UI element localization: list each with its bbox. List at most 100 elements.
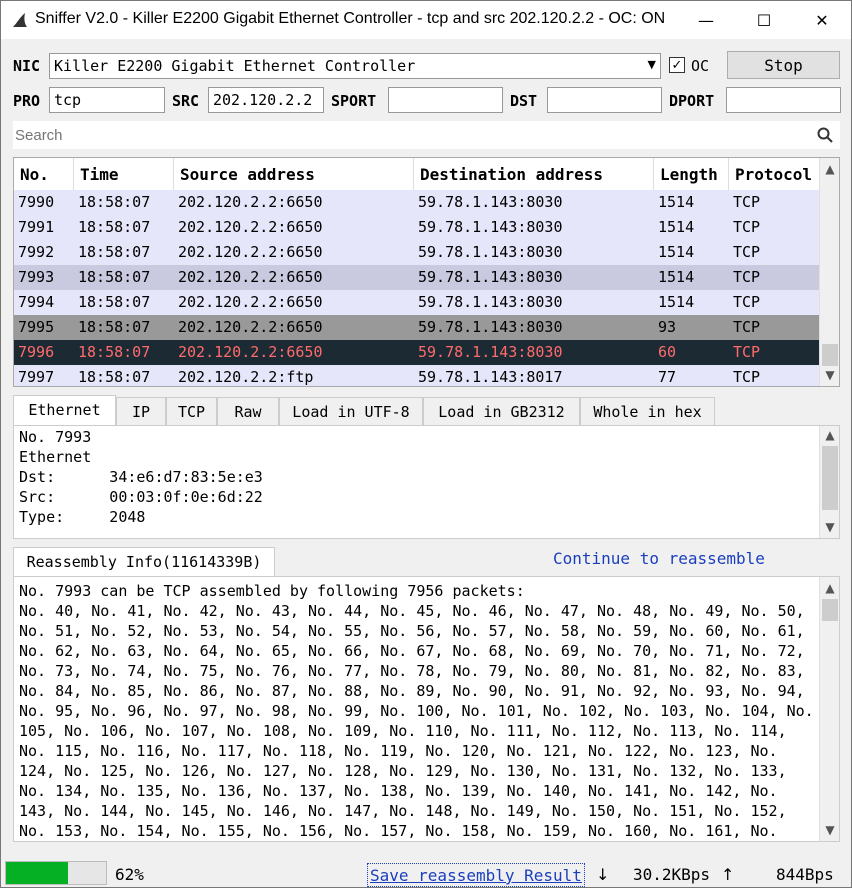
cell-no: 7991 <box>18 218 55 236</box>
table-row[interactable]: 7995 18:58:07 202.120.2.2:6650 59.78.1.143:… <box>14 315 819 340</box>
continue-reassemble-label: Continue to reassemble <box>553 549 765 568</box>
cell-source: 202.120.2.2:6650 <box>178 218 323 236</box>
tab-load-gb2312[interactable]: Load in GB2312 <box>423 397 580 425</box>
cell-protocol: TCP <box>733 318 761 336</box>
column-header-length[interactable]: Length <box>654 158 729 190</box>
cell-length: 1514 <box>658 193 695 211</box>
search-input[interactable] <box>13 121 813 149</box>
reassembly-line: 143, No. 144, No. 145, No. 146, No. 147,… <box>19 802 787 820</box>
cell-time: 18:58:07 <box>78 193 151 211</box>
tab-load-utf8[interactable]: Load in UTF-8 <box>279 397 423 425</box>
cell-no: 7992 <box>18 243 55 261</box>
dport-input[interactable] <box>726 87 841 113</box>
sport-input[interactable] <box>388 87 503 113</box>
tab-ip[interactable]: IP <box>116 397 166 425</box>
cell-protocol: TCP <box>733 343 761 361</box>
column-header-destination[interactable]: Destination address <box>414 158 654 190</box>
cell-destination: 59.78.1.143:8030 <box>418 243 563 261</box>
src-label: SRC <box>172 92 200 110</box>
tab-reassembly-info[interactable]: Reassembly Info(11614339B) <box>13 547 275 577</box>
scroll-up-icon[interactable]: ▲ <box>820 579 839 597</box>
continue-reassemble-link[interactable]: Continue to reassemble <box>553 549 765 568</box>
cell-time: 18:58:07 <box>78 368 151 386</box>
cell-length: 77 <box>658 368 677 386</box>
nic-select[interactable]: Killer E2200 Gigabit Ethernet Controller… <box>49 53 661 79</box>
reassembly-line: 124, No. 125, No. 126, No. 127, No. 128,… <box>19 762 787 780</box>
tab-ethernet[interactable]: Ethernet <box>13 395 116 425</box>
cell-protocol: TCP <box>733 268 761 286</box>
cell-no: 7990 <box>18 193 55 211</box>
cell-no: 7997 <box>18 368 55 386</box>
detail-scrollbar[interactable]: ▲ ▼ <box>819 426 839 538</box>
cell-length: 60 <box>658 343 677 361</box>
tab-tcp[interactable]: TCP <box>166 397 217 425</box>
nic-select-value: Killer E2200 Gigabit Ethernet Controller <box>54 57 416 75</box>
cell-length: 1514 <box>658 243 695 261</box>
stop-button[interactable]: Stop <box>727 51 840 79</box>
reassembly-line: No. 95, No. 96, No. 97, No. 98, No. 99, … <box>19 702 814 720</box>
search-bar <box>13 121 840 149</box>
save-reassembly-button[interactable]: Save reassembly Result <box>367 863 585 887</box>
column-header-protocol[interactable]: Protocol <box>729 158 819 190</box>
detail-panel: No. 7993 Ethernet Dst: 34:e6:d7:83:5e:e3 Sr… <box>13 425 840 539</box>
column-header-no[interactable]: No. <box>14 158 74 190</box>
search-icon[interactable] <box>817 127 833 143</box>
detail-tabs: Ethernet IP TCP Raw Load in UTF-8 Load i… <box>13 395 840 425</box>
cell-time: 18:58:07 <box>78 243 151 261</box>
scroll-down-icon[interactable]: ▼ <box>820 366 839 384</box>
reassembly-scrollbar[interactable]: ▲ ▼ <box>819 577 839 841</box>
reassembly-line: No. 40, No. 41, No. 42, No. 43, No. 44, … <box>19 602 805 620</box>
table-row[interactable]: 7996 18:58:07 202.120.2.2:6650 59.78.1.143:… <box>14 340 819 365</box>
cell-time: 18:58:07 <box>78 293 151 311</box>
table-row[interactable]: 7991 18:58:07 202.120.2.2:6650 59.78.1.143:… <box>14 215 819 240</box>
table-row[interactable]: 7997 18:58:07 202.120.2.2:ftp 59.78.1.143:8… <box>14 365 819 386</box>
cell-source: 202.120.2.2:6650 <box>178 268 323 286</box>
tab-raw[interactable]: Raw <box>217 397 279 425</box>
maximize-button[interactable]: ☐ <box>735 1 793 39</box>
src-input[interactable]: 202.120.2.2 <box>208 87 324 113</box>
oc-label: OC <box>691 57 710 75</box>
column-header-time[interactable]: Time <box>74 158 174 190</box>
cell-no: 7995 <box>18 318 55 336</box>
minimize-button[interactable]: — <box>677 1 735 39</box>
cell-destination: 59.78.1.143:8030 <box>418 193 563 211</box>
close-button[interactable]: ✕ <box>793 1 851 39</box>
dport-label: DPORT <box>669 92 715 110</box>
cell-time: 18:58:07 <box>78 268 151 286</box>
detail-line: Dst: 34:e6:d7:83:5e:e3 <box>19 468 263 486</box>
download-rate: 30.2KBps <box>633 865 711 884</box>
reassembly-line: No. 51, No. 52, No. 53, No. 54, No. 55, … <box>19 622 805 640</box>
reassembly-line: No. 115, No. 116, No. 117, No. 118, No. … <box>19 742 778 760</box>
dst-input[interactable] <box>547 87 662 113</box>
cell-destination: 59.78.1.143:8030 <box>418 293 563 311</box>
nic-label: NIC <box>13 57 41 75</box>
scroll-thumb[interactable] <box>822 344 838 366</box>
progress-text: 62% <box>115 865 144 884</box>
table-row[interactable]: 7990 18:58:07 202.120.2.2:6650 59.78.1.143:… <box>14 190 819 215</box>
scroll-up-icon[interactable]: ▲ <box>820 160 839 178</box>
table-row[interactable]: 7993 18:58:07 202.120.2.2:6650 59.78.1.143:… <box>14 265 819 290</box>
packet-table: No. Time Source address Destination addr… <box>13 157 840 387</box>
cell-length: 1514 <box>658 268 695 286</box>
cell-protocol: TCP <box>733 193 761 211</box>
sport-label: SPORT <box>331 92 377 110</box>
cell-source: 202.120.2.2:6650 <box>178 293 323 311</box>
column-header-source[interactable]: Source address <box>174 158 414 190</box>
scroll-thumb[interactable] <box>822 599 838 621</box>
cell-time: 18:58:07 <box>78 218 151 236</box>
cell-source: 202.120.2.2:ftp <box>178 368 314 386</box>
scroll-down-icon[interactable]: ▼ <box>820 821 839 839</box>
scroll-up-icon[interactable]: ▲ <box>820 426 839 444</box>
pro-input[interactable]: tcp <box>49 87 165 113</box>
reassembly-line: No. 84, No. 85, No. 86, No. 87, No. 88, … <box>19 682 805 700</box>
table-row[interactable]: 7994 18:58:07 202.120.2.2:6650 59.78.1.143:… <box>14 290 819 315</box>
tab-whole-hex[interactable]: Whole in hex <box>580 397 715 425</box>
scroll-down-icon[interactable]: ▼ <box>820 518 839 536</box>
scroll-thumb[interactable] <box>822 446 838 510</box>
packet-scrollbar[interactable]: ▲ ▼ <box>819 158 839 386</box>
oc-checkbox[interactable]: ✓ <box>669 57 685 73</box>
reassembly-line: No. 7993 can be TCP assembled by followi… <box>19 582 525 600</box>
reassembly-line: No. 62, No. 63, No. 64, No. 65, No. 66, … <box>19 642 805 660</box>
detail-line: Type: 2048 <box>19 508 146 526</box>
table-row[interactable]: 7992 18:58:07 202.120.2.2:6650 59.78.1.143:… <box>14 240 819 265</box>
